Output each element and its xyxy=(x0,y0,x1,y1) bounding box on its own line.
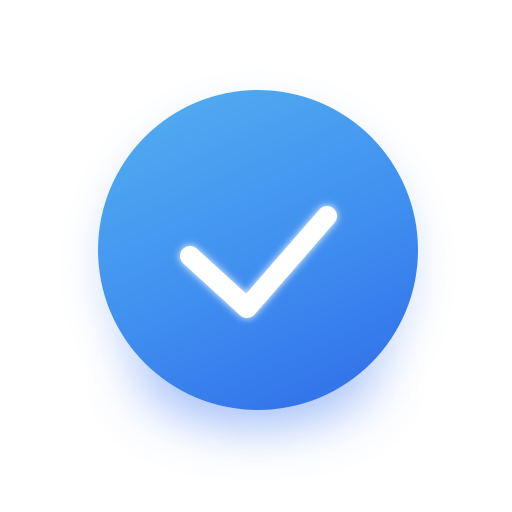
app-icon-canvas xyxy=(0,0,512,512)
checkmark-badge-icon xyxy=(98,90,418,410)
